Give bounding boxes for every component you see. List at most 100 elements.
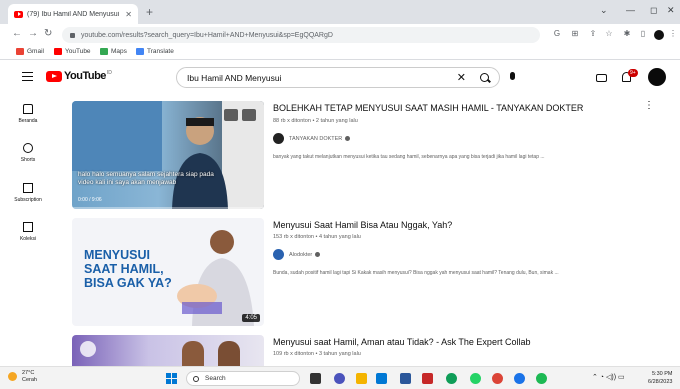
bookmark-translate[interactable]: Translate bbox=[136, 48, 174, 55]
extensions-icon[interactable]: ✱ bbox=[622, 29, 632, 39]
side-panel-icon[interactable]: ▯ bbox=[638, 29, 648, 39]
expert-face-1 bbox=[182, 341, 204, 366]
video-duration: 4:05 bbox=[242, 314, 260, 322]
weather-widget[interactable]: 27°C Cerah bbox=[8, 370, 37, 384]
edge-icon[interactable] bbox=[446, 373, 457, 384]
share-icon[interactable]: ⇪ bbox=[588, 29, 598, 39]
reload-icon[interactable]: ↻ bbox=[44, 28, 52, 39]
chrome-profile-icon[interactable] bbox=[514, 373, 525, 384]
create-video-icon[interactable] bbox=[596, 74, 607, 82]
url-text: youtube.com/results?search_query=Ibu+Ham… bbox=[81, 31, 333, 39]
google-lens-icon[interactable]: G bbox=[552, 29, 562, 39]
tab-search-chevron-icon[interactable]: ⌄ bbox=[600, 5, 608, 16]
browser-toolbar: ← → ↻ youtube.com/results?search_query=I… bbox=[0, 24, 680, 46]
mute-icon[interactable] bbox=[224, 109, 238, 121]
video-thumbnail[interactable]: MENYUSUI SAAT HAMIL, BISA GAK YA? 4:05 bbox=[72, 218, 264, 326]
video-title[interactable]: Menyusui saat Hamil, Aman atau Tidak? - … bbox=[273, 337, 530, 347]
shorts-icon bbox=[23, 143, 33, 153]
youtube-masthead: YouTube ID Ibu Hamil AND Menyusui ✕ 9+ bbox=[0, 61, 680, 95]
video-title[interactable]: Menyusui Saat Hamil Bisa Atau Nggak, Yah… bbox=[273, 220, 452, 230]
spotify-icon[interactable] bbox=[536, 373, 547, 384]
channel-avatar bbox=[273, 133, 284, 144]
mcafee-icon[interactable] bbox=[422, 373, 433, 384]
guide-label: Beranda bbox=[18, 118, 38, 124]
search-query-text: Ibu Hamil AND Menyusui bbox=[187, 72, 282, 83]
search-icon[interactable] bbox=[480, 73, 489, 82]
task-view-icon[interactable] bbox=[310, 373, 321, 384]
bookmark-label: Gmail bbox=[27, 48, 44, 55]
guide-item-home[interactable]: Beranda bbox=[6, 104, 50, 124]
bookmark-gmail[interactable]: Gmail bbox=[16, 48, 44, 55]
notification-count-badge: 9+ bbox=[628, 69, 638, 77]
minimize-icon[interactable]: — bbox=[626, 5, 635, 15]
progress-bar[interactable] bbox=[72, 207, 264, 209]
forward-icon[interactable]: → bbox=[28, 28, 38, 39]
system-tray[interactable]: ⌃ ◔ ◁)) ▭ bbox=[592, 373, 625, 381]
hamburger-menu-icon[interactable] bbox=[22, 72, 33, 81]
maximize-icon[interactable]: ◻ bbox=[650, 5, 657, 16]
translate-icon bbox=[136, 48, 144, 55]
voice-search-mic-icon[interactable] bbox=[510, 72, 515, 80]
browser-profile-avatar[interactable] bbox=[654, 30, 664, 40]
video-description: Bunda, sudah positif hamil lagi tapi Si … bbox=[273, 270, 559, 276]
clock-time: 5:30 PM bbox=[651, 371, 673, 377]
channel-row[interactable]: Alodokter bbox=[273, 249, 321, 260]
library-icon bbox=[23, 222, 33, 232]
video-thumbnail[interactable] bbox=[72, 335, 264, 366]
video-meta: 153 rb x ditonton • 4 tahun yang lalu bbox=[273, 234, 361, 240]
captions-icon[interactable] bbox=[242, 109, 256, 121]
guide-item-subscriptions[interactable]: Subscription bbox=[6, 183, 50, 203]
guide-label: Koleksi bbox=[19, 236, 37, 242]
new-tab-icon[interactable]: + bbox=[146, 5, 153, 19]
youtube-logo[interactable]: YouTube ID bbox=[46, 70, 112, 82]
channel-name: TANYAKAN DOKTER bbox=[289, 135, 343, 142]
store-icon[interactable] bbox=[376, 373, 387, 384]
chrome-icon[interactable] bbox=[492, 373, 503, 384]
bookmark-youtube[interactable]: YouTube bbox=[54, 48, 91, 55]
translate-page-icon[interactable]: ⊞ bbox=[570, 29, 580, 39]
channel-row[interactable]: TANYAKAN DOKTER bbox=[273, 133, 351, 144]
bookmark-label: YouTube bbox=[65, 48, 91, 55]
windows-taskbar: 27°C Cerah Search ⌃ ◔ ◁)) ▭ 5:30 PM 6/28… bbox=[0, 366, 680, 389]
weather-condition: Cerah bbox=[22, 377, 37, 383]
close-tab-icon[interactable]: ✕ bbox=[125, 10, 132, 19]
logo-wordmark: YouTube bbox=[64, 70, 106, 82]
video-thumbnail[interactable]: halo halo semuanya salam sejahtera siap … bbox=[72, 101, 264, 209]
caption-overlay: halo halo semuanya salam sejahtera siap … bbox=[78, 171, 214, 186]
video-meta: 88 rb x ditonton • 2 tahun yang lalu bbox=[273, 118, 358, 124]
taskbar-clock[interactable]: 5:30 PM 6/28/2023 bbox=[648, 370, 672, 386]
bookmark-star-icon[interactable]: ☆ bbox=[604, 29, 614, 39]
bookmark-maps[interactable]: Maps bbox=[100, 48, 127, 55]
search-input[interactable]: Ibu Hamil AND Menyusui ✕ bbox=[176, 67, 500, 88]
bookmark-label: Translate bbox=[147, 48, 174, 55]
maps-icon bbox=[100, 48, 108, 55]
word-icon[interactable] bbox=[400, 373, 411, 384]
account-avatar[interactable] bbox=[648, 68, 666, 86]
back-icon[interactable]: ← bbox=[12, 28, 22, 39]
whatsapp-icon[interactable] bbox=[470, 373, 481, 384]
guide-item-shorts[interactable]: Shorts bbox=[6, 143, 50, 163]
video-description: banyak yang takut melanjutkan menyusui k… bbox=[273, 154, 545, 160]
video-title[interactable]: BOLEHKAH TETAP MENYUSUI SAAT MASIH HAMIL… bbox=[273, 103, 583, 113]
windows-start-icon[interactable] bbox=[166, 373, 177, 384]
clear-search-icon[interactable]: ✕ bbox=[457, 71, 466, 84]
weather-sun-icon bbox=[8, 372, 17, 381]
chat-icon[interactable] bbox=[334, 373, 345, 384]
guide-item-library[interactable]: Koleksi bbox=[6, 222, 50, 242]
mother-baby-illustration bbox=[177, 230, 254, 326]
playback-time: 0:00 / 9:06 bbox=[78, 197, 102, 203]
verified-check-icon bbox=[345, 136, 351, 141]
guide-label: Shorts bbox=[20, 157, 36, 163]
address-bar[interactable]: youtube.com/results?search_query=Ibu+Ham… bbox=[62, 27, 540, 43]
clock-date: 6/28/2023 bbox=[648, 379, 673, 385]
close-window-icon[interactable]: ✕ bbox=[667, 5, 675, 16]
temperature: 27°C bbox=[22, 370, 35, 376]
taskbar-search-icon bbox=[193, 376, 199, 382]
browser-tab[interactable]: (79) Ibu Hamil AND Menyusui ✕ bbox=[8, 4, 138, 24]
home-icon bbox=[23, 104, 33, 114]
file-explorer-icon[interactable] bbox=[356, 373, 367, 384]
browser-menu-icon[interactable]: ⋮ bbox=[668, 29, 678, 39]
subscriptions-icon bbox=[23, 183, 33, 193]
more-actions-icon[interactable]: ⋮ bbox=[644, 100, 654, 111]
taskbar-search-box[interactable]: Search bbox=[186, 371, 300, 386]
